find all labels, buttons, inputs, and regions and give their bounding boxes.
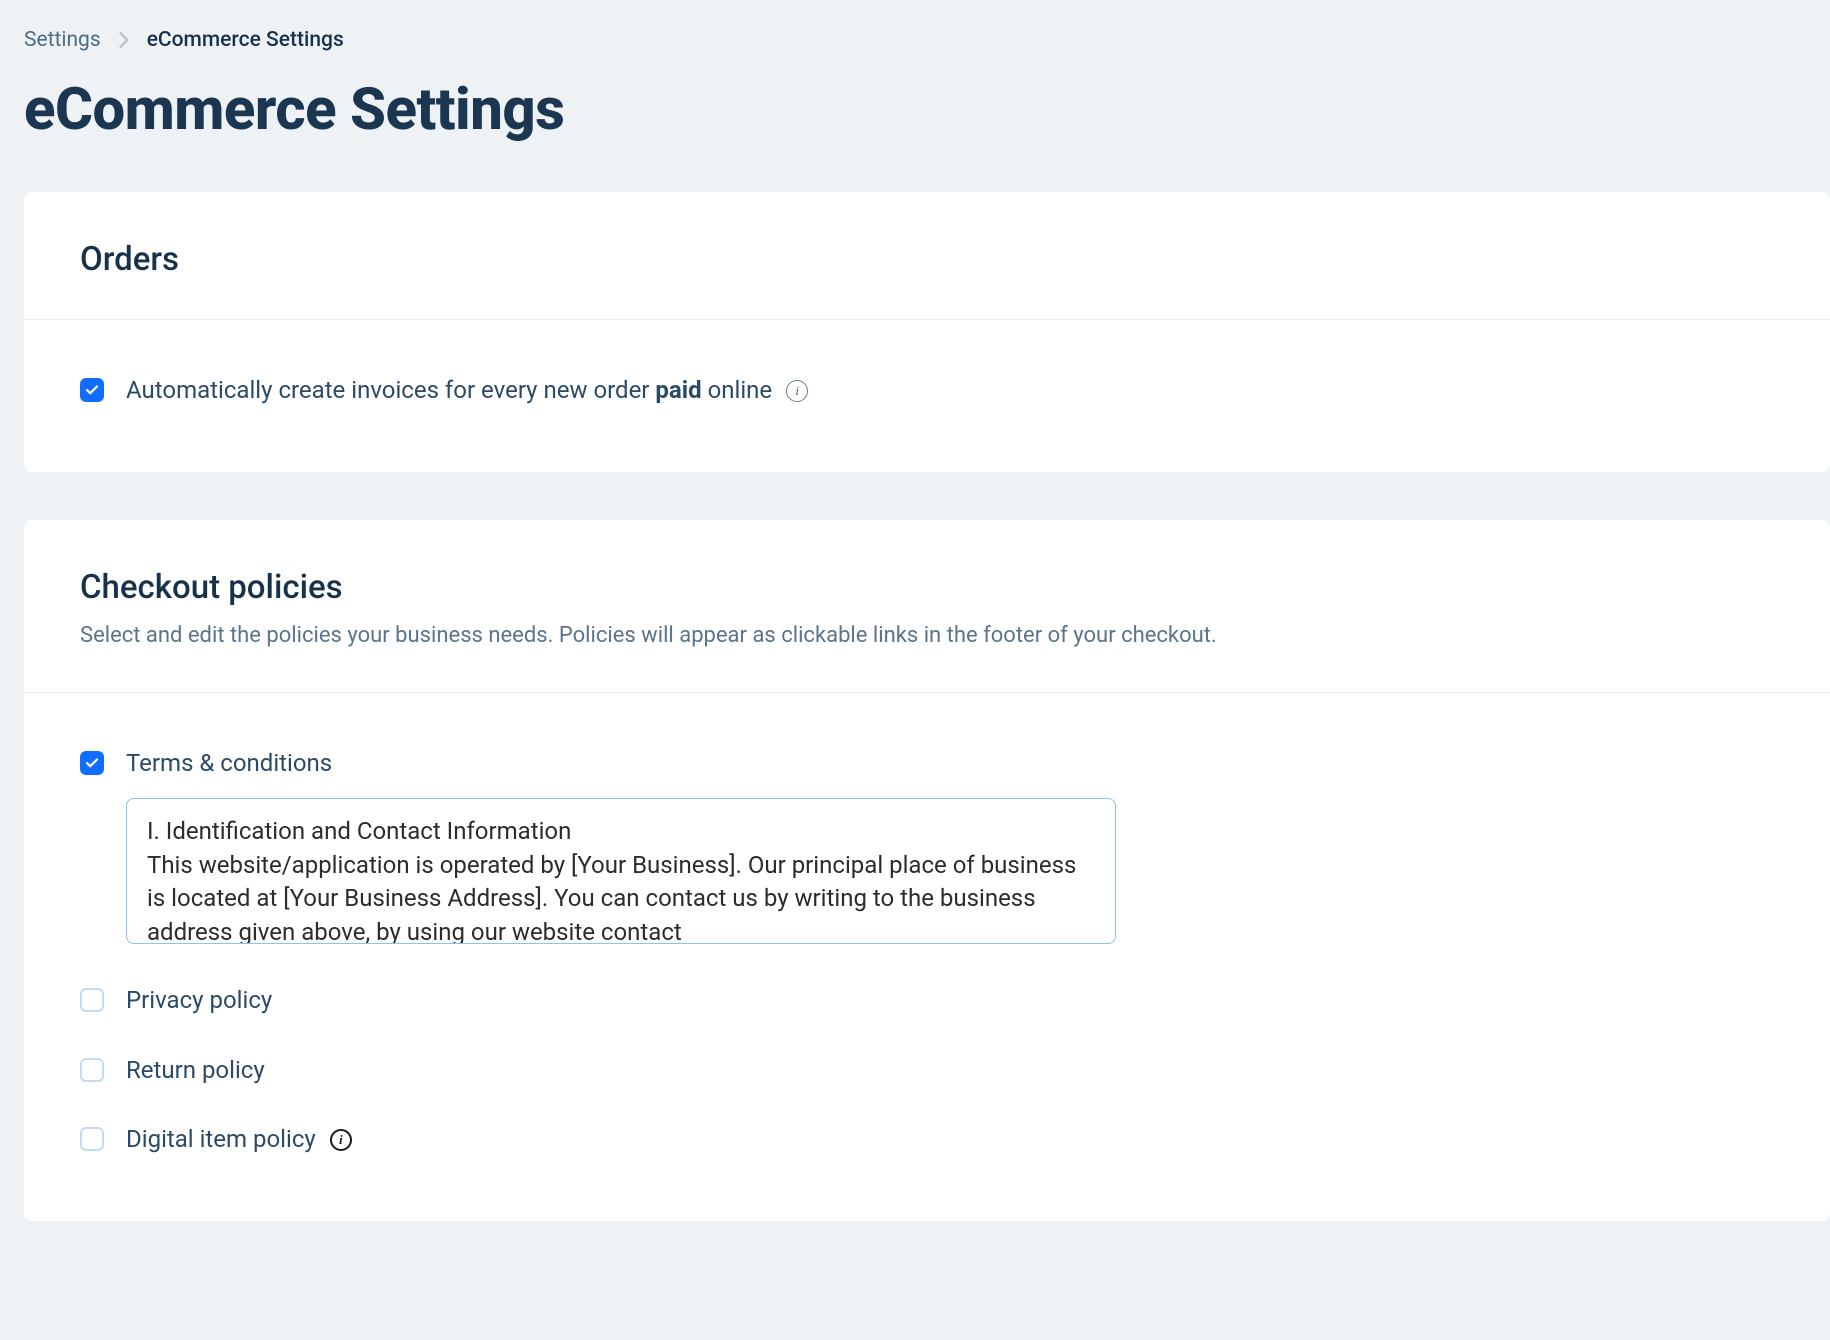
auto-invoice-label-bold: paid <box>655 376 701 404</box>
page-title: eCommerce Settings <box>24 76 1830 144</box>
policy-checkbox-digital[interactable] <box>80 1127 104 1151</box>
policy-row-return: Return policy <box>80 1054 1774 1088</box>
checkout-policies-subtitle: Select and edit the policies your busine… <box>80 619 1774 652</box>
orders-card-title: Orders <box>80 240 1774 279</box>
policy-label-privacy: Privacy policy <box>126 984 272 1018</box>
auto-invoice-label: Automatically create invoices for every … <box>126 374 808 408</box>
policy-textarea-wrap-terms <box>126 798 1774 948</box>
auto-invoice-row: Automatically create invoices for every … <box>80 374 1774 408</box>
checkout-policies-title: Checkout policies <box>80 568 1774 607</box>
orders-card: Orders Automatically create invoices for… <box>24 192 1830 472</box>
policy-checkbox-terms[interactable] <box>80 751 104 775</box>
checkout-policies-header: Checkout policies Select and edit the po… <box>24 520 1830 693</box>
policy-textarea-terms[interactable] <box>126 798 1116 944</box>
info-icon[interactable]: i <box>786 380 808 402</box>
policy-row-digital: Digital item policy i <box>80 1123 1774 1157</box>
breadcrumb-settings-link[interactable]: Settings <box>24 28 101 52</box>
chevron-right-icon <box>119 32 129 48</box>
policy-row-terms: Terms & conditions <box>80 747 1774 781</box>
checkout-policies-card: Checkout policies Select and edit the po… <box>24 520 1830 1221</box>
info-icon[interactable]: i <box>330 1129 352 1151</box>
policy-row-privacy: Privacy policy <box>80 984 1774 1018</box>
policy-checkbox-privacy[interactable] <box>80 988 104 1012</box>
policy-label-digital: Digital item policy i <box>126 1123 352 1157</box>
checkout-policies-body: Terms & conditions Privacy policy Return… <box>24 693 1830 1221</box>
orders-card-header: Orders <box>24 192 1830 320</box>
policy-label-return: Return policy <box>126 1054 265 1088</box>
orders-card-body: Automatically create invoices for every … <box>24 320 1830 472</box>
policy-label-digital-text: Digital item policy <box>126 1123 316 1157</box>
policy-checkbox-return[interactable] <box>80 1058 104 1082</box>
auto-invoice-label-prefix: Automatically create invoices for every … <box>126 376 655 404</box>
policy-label-terms: Terms & conditions <box>126 747 332 781</box>
breadcrumb-current: eCommerce Settings <box>147 28 344 52</box>
breadcrumb: Settings eCommerce Settings <box>24 28 1830 52</box>
auto-invoice-label-suffix: online <box>702 376 773 404</box>
auto-invoice-checkbox[interactable] <box>80 378 104 402</box>
